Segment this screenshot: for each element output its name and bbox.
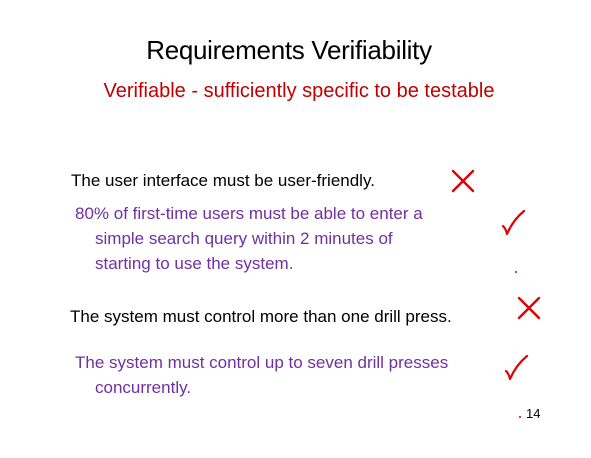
requirement-line: concurrently. — [95, 378, 192, 397]
stray-mark — [515, 271, 517, 273]
requirement-seven-drill-presses: The system must control up to seven dril… — [75, 350, 448, 400]
requirement-user-friendly: The user interface must be user-friendly… — [71, 168, 375, 193]
check-icon — [500, 209, 526, 236]
page-number: 14 — [526, 406, 541, 421]
requirement-drill-press-count: The system must control more than one dr… — [70, 304, 452, 329]
slide-subtitle: Verifiable - sufficiently specific to be… — [103, 80, 495, 102]
slide-title: Requirements Verifiability — [146, 35, 432, 65]
stray-mark — [519, 416, 521, 418]
requirement-search-query: 80% of first-time users must be able to … — [75, 201, 423, 276]
cross-icon — [451, 169, 475, 193]
cross-icon — [517, 296, 541, 320]
requirement-line: 80% of first-time users must be able to … — [75, 204, 423, 223]
requirement-line: simple search query within 2 minutes of — [95, 229, 393, 248]
requirement-line: The system must control up to seven dril… — [75, 353, 449, 372]
requirement-line: The user interface must be user-friendly… — [71, 171, 375, 190]
slide: Requirements Verifiability Verifiable - … — [0, 0, 591, 458]
requirement-line: The system must control more than one dr… — [70, 307, 452, 326]
requirement-line: starting to use the system. — [95, 254, 294, 273]
check-icon — [503, 354, 529, 381]
